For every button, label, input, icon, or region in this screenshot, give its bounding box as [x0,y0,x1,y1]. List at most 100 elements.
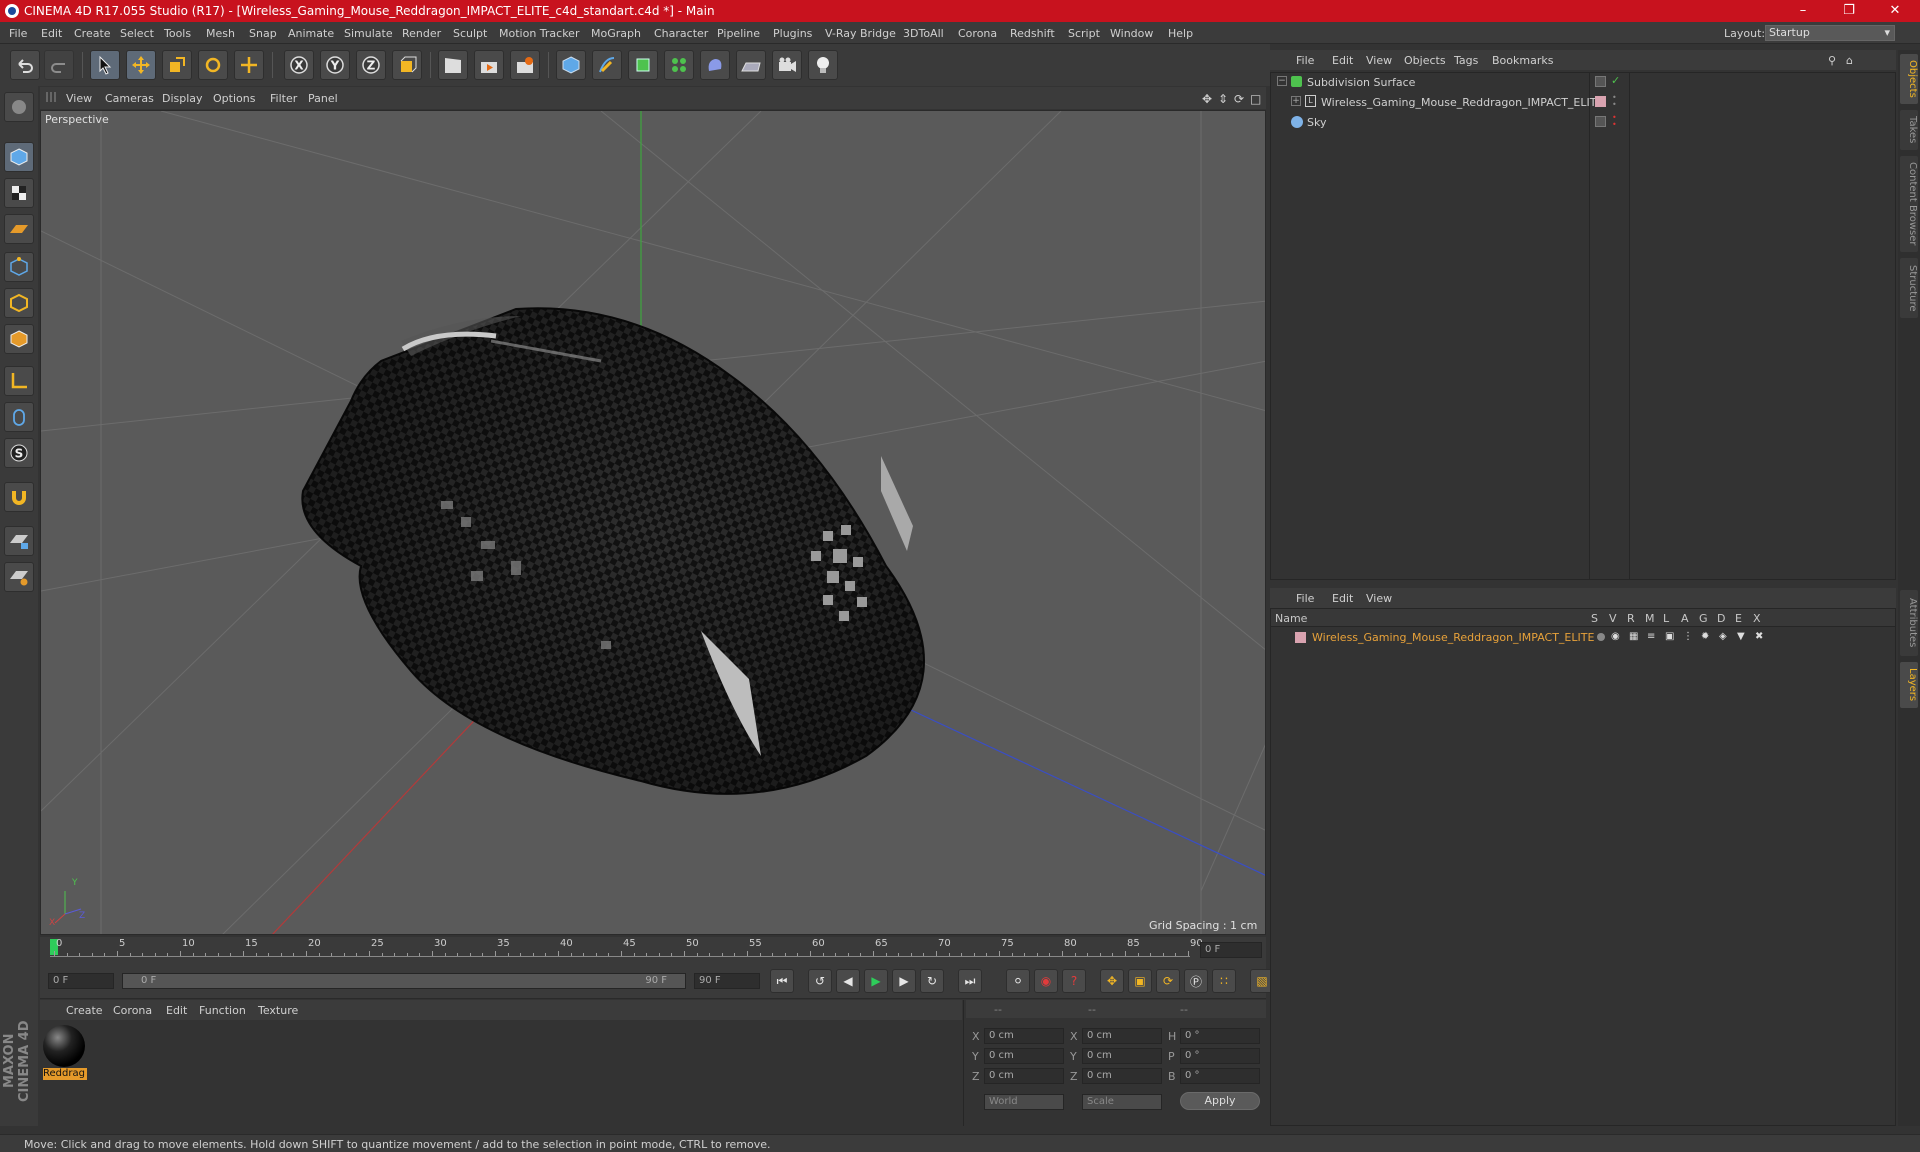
menu-character[interactable]: Character [654,27,708,40]
x-axis-lock-button[interactable]: X [284,50,314,80]
autokey-button[interactable]: ◉ [1034,969,1058,993]
keyframe-selection-button[interactable]: ? [1062,969,1086,993]
y-axis-lock-button[interactable]: Y [320,50,350,80]
menu-snap[interactable]: Snap [249,27,277,40]
object-menu-file[interactable]: File [1296,54,1314,67]
start-frame-field[interactable]: 0 F [48,973,114,989]
layer-color-icon[interactable] [1595,96,1606,107]
cloner-button[interactable] [664,50,694,80]
rotate-view-icon[interactable]: ⟳ [1234,92,1244,106]
key-pla-button[interactable]: ∷ [1212,969,1236,993]
pos-z-field[interactable]: 0 cm [984,1068,1064,1084]
z-axis-lock-button[interactable]: Z [356,50,386,80]
key-rotation-button[interactable]: ⟳ [1156,969,1180,993]
material-menu-create[interactable]: Create [66,1004,103,1017]
layer-swatch-icon[interactable] [1295,632,1306,643]
coordinate-system-button[interactable] [392,50,422,80]
material-menu-function[interactable]: Function [199,1004,246,1017]
move-view-icon[interactable]: ✥ [1202,92,1212,106]
record-keys-button[interactable]: ⚪ [1006,969,1030,993]
menu-simulate[interactable]: Simulate [344,27,393,40]
make-editable-button[interactable] [4,92,34,122]
size-x-field[interactable]: 0 cm [1082,1028,1162,1044]
tab-objects[interactable]: Objects [1900,54,1918,104]
minimize-icon[interactable]: – [1780,0,1826,22]
move-tool-button[interactable] [126,50,156,80]
transform-tool-button[interactable] [234,50,264,80]
rot-h-field[interactable]: 0 ° [1180,1028,1260,1044]
view-eye-icon[interactable]: ◉ [1611,631,1620,642]
texture-mode-button[interactable] [4,178,34,208]
object-menu-bookmarks[interactable]: Bookmarks [1492,54,1553,67]
size-mode-dropdown[interactable]: Scale [1082,1094,1162,1110]
viewport-menu-options[interactable]: Options [213,92,255,105]
object-menu-edit[interactable]: Edit [1332,54,1353,67]
pos-x-field[interactable]: 0 cm [984,1028,1064,1044]
zoom-view-icon[interactable]: ⇕ [1218,92,1228,106]
layer-row[interactable]: Wireless_Gaming_Mouse_Reddragon_IMPACT_E… [1271,629,1895,645]
previous-frame-button[interactable]: ◀ [836,969,860,993]
cube-object-button[interactable] [556,50,586,80]
menu-window[interactable]: Window [1110,27,1153,40]
enabled-check-icon[interactable]: ✓ [1611,74,1620,87]
menu-3dtoall[interactable]: 3DToAll [903,27,944,40]
timeline-ruler[interactable]: 0 5 10 15 20 25 30 35 40 45 50 55 60 65 70 75 80 85 90 0 F [40,937,1266,963]
render-settings-button[interactable] [510,50,540,80]
apply-button[interactable]: Apply [1180,1092,1260,1110]
menu-file[interactable]: File [9,27,27,40]
next-key-button[interactable]: ↻ [920,969,944,993]
maximize-view-icon[interactable]: □ [1250,92,1261,106]
restore-icon[interactable]: ❐ [1826,0,1872,22]
tab-attributes[interactable]: Attributes [1900,590,1918,656]
edges-mode-button[interactable] [4,288,34,318]
viewport-menu-panel[interactable]: Panel [308,92,338,105]
previous-key-button[interactable]: ↺ [808,969,832,993]
menu-motion-tracker[interactable]: Motion Tracker [499,27,579,40]
end-frame-field[interactable]: 90 F [694,973,760,989]
menu-sculpt[interactable]: Sculpt [453,27,487,40]
generators-icon[interactable]: ✹ [1701,631,1709,642]
menu-pipeline[interactable]: Pipeline [717,27,760,40]
tab-structure[interactable]: Structure [1900,258,1918,318]
layer-menu-view[interactable]: View [1366,592,1392,605]
viewport-menu-filter[interactable]: Filter [270,92,297,105]
manager-icon[interactable]: ≡ [1647,631,1655,642]
current-frame-field[interactable]: 0 F [1200,942,1262,958]
display-tag-icon[interactable] [1595,76,1606,87]
close-icon[interactable]: ✕ [1872,0,1918,22]
solo-button[interactable]: S [4,438,34,468]
select-tool-button[interactable] [90,50,120,80]
layer-menu-edit[interactable]: Edit [1332,592,1353,605]
model-mode-button[interactable] [4,142,34,172]
next-frame-button[interactable]: ▶ [892,969,916,993]
material-item[interactable]: Reddrag [43,1025,87,1081]
size-y-field[interactable]: 0 cm [1082,1048,1162,1064]
range-slider[interactable]: 0 F 90 F [122,973,686,989]
render-picture-viewer-button[interactable] [474,50,504,80]
planar-workplane-button[interactable] [4,562,34,592]
rotate-tool-button[interactable] [198,50,228,80]
tab-content-browser[interactable]: Content Browser [1900,156,1918,252]
render-view-button[interactable] [438,50,468,80]
size-z-field[interactable]: 0 cm [1082,1068,1162,1084]
layout-dropdown[interactable]: Startup ▾ [1765,25,1895,41]
material-menu-corona[interactable]: Corona [113,1004,152,1017]
viewport-menu-cameras[interactable]: Cameras [105,92,154,105]
rot-b-field[interactable]: 0 ° [1180,1068,1260,1084]
key-parameter-button[interactable]: Ⓟ [1184,969,1208,993]
object-menu-tags[interactable]: Tags [1454,54,1478,67]
object-row[interactable]: − Subdivision Surface ✓ [1271,73,1895,92]
pos-y-field[interactable]: 0 cm [984,1048,1064,1064]
menu-corona[interactable]: Corona [958,27,997,40]
object-row[interactable]: Sky • • [1271,113,1895,132]
solo-dot-icon[interactable] [1597,633,1605,641]
undo-button[interactable] [10,50,40,80]
menu-plugins[interactable]: Plugins [773,27,812,40]
object-menu-view[interactable]: View [1366,54,1392,67]
animation-icon[interactable]: ⋮ [1683,631,1693,642]
menu-mograph[interactable]: MoGraph [591,27,641,40]
light-button[interactable] [808,50,838,80]
tweak-mode-button[interactable] [4,402,34,432]
rot-p-field[interactable]: 0 ° [1180,1048,1260,1064]
menu-edit[interactable]: Edit [41,27,62,40]
